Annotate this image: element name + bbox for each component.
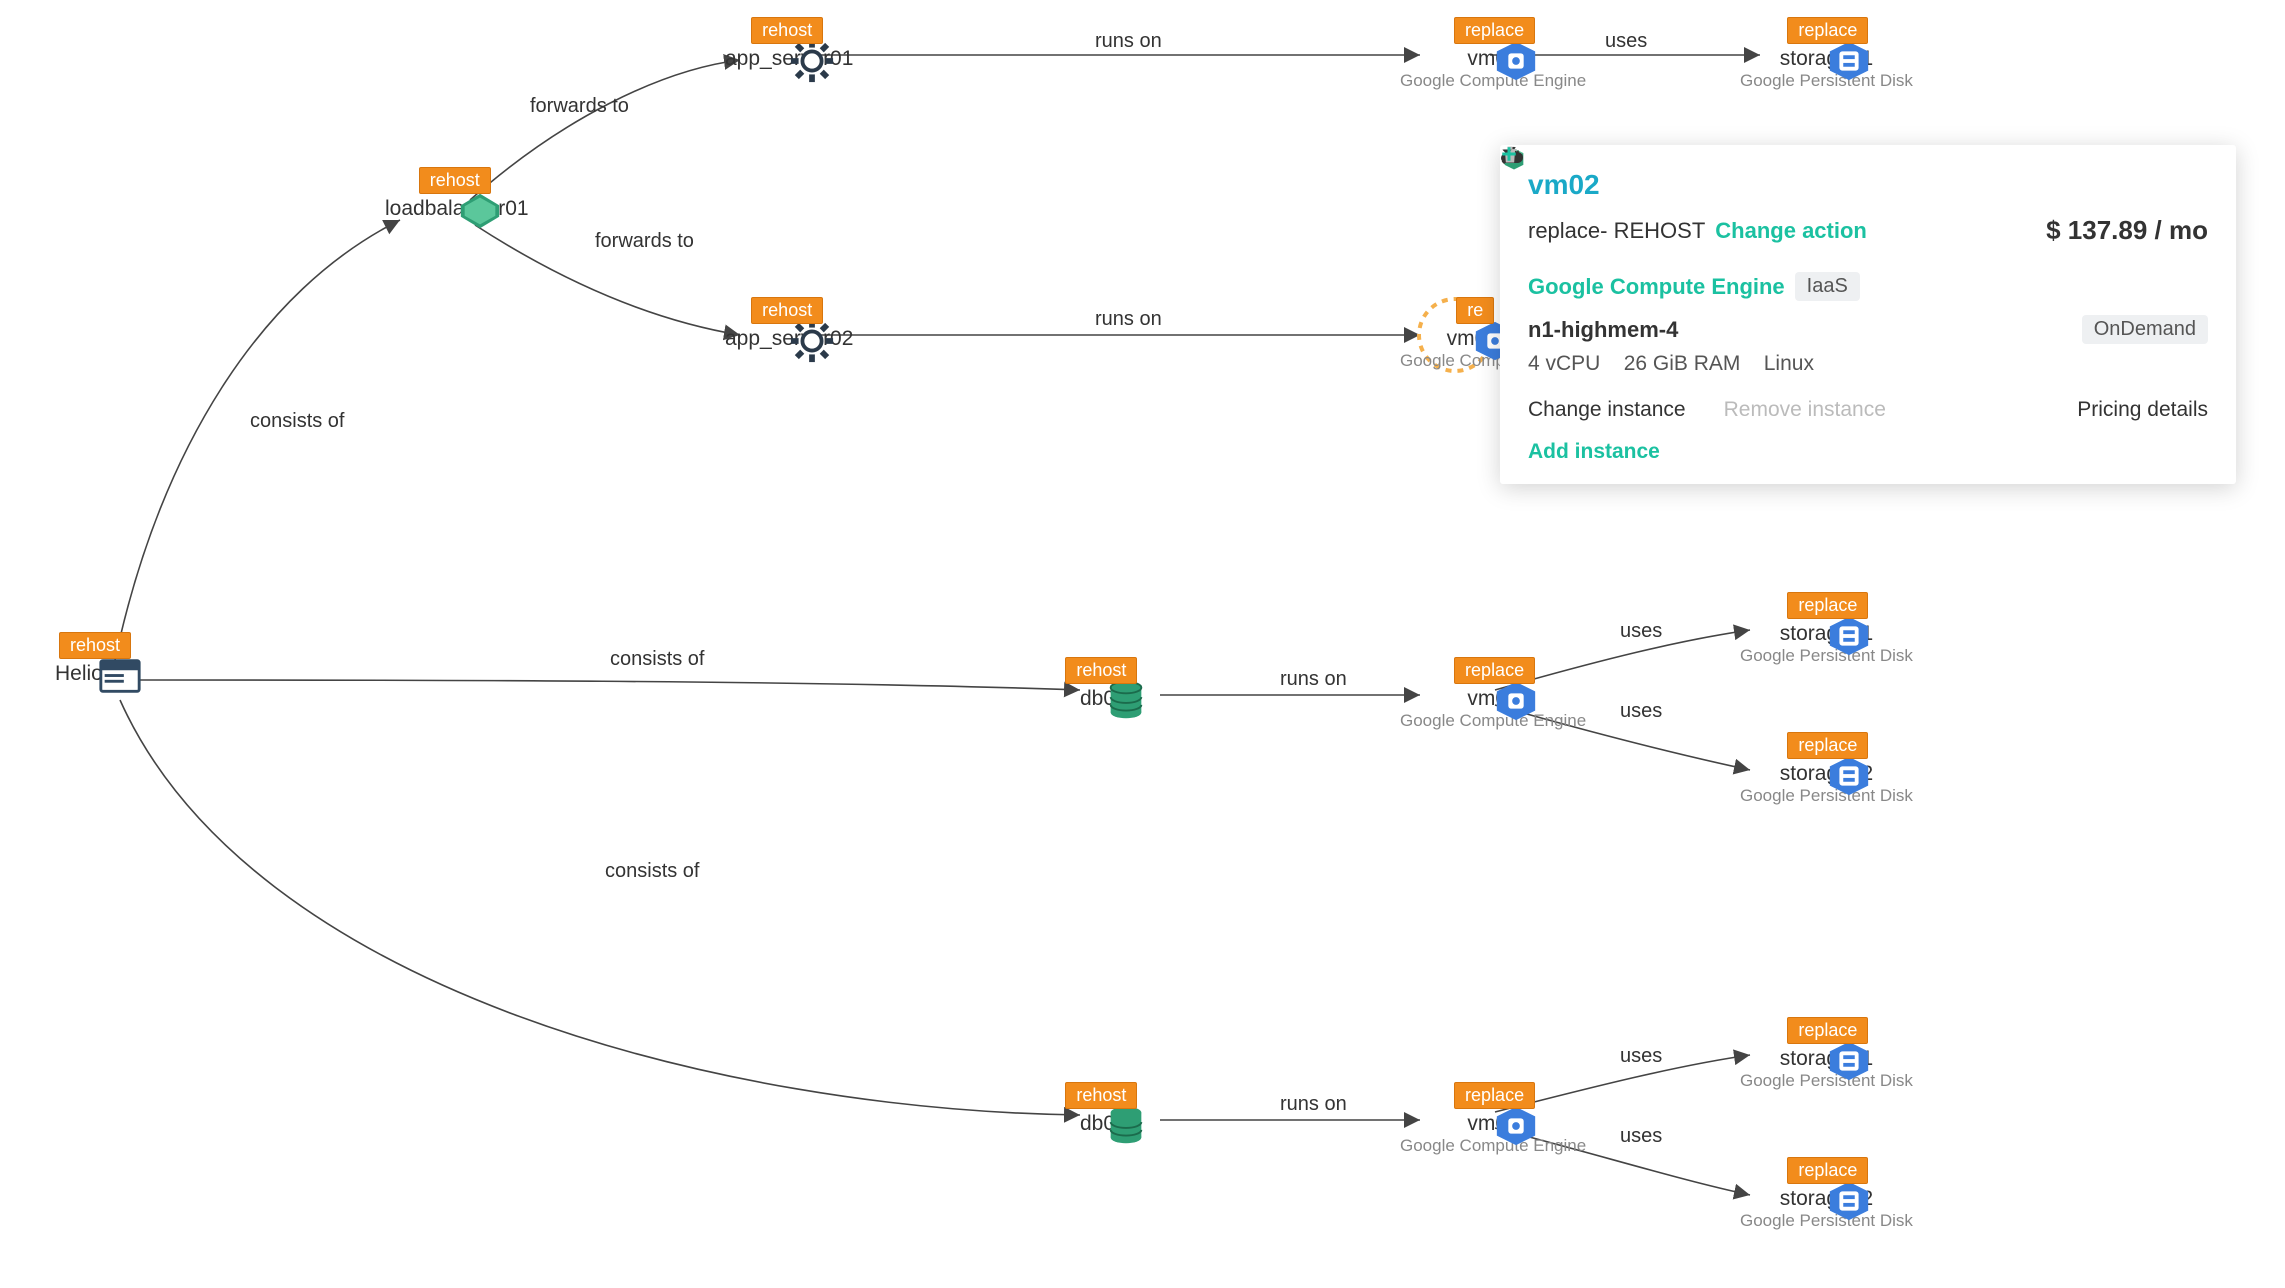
node-sublabel: Google Compute Engine	[1400, 1136, 1586, 1156]
pricing-details-button[interactable]: Pricing details	[2077, 398, 2208, 422]
panel-pricing-model: OnDemand	[2082, 315, 2208, 344]
node-storage01-a[interactable]: replace storage01 Google Persistent Disk	[1740, 25, 1913, 91]
node-storage02-c[interactable]: replace storage02 Google Persistent Disk	[1740, 1165, 1913, 1231]
edge-label: uses	[1620, 1045, 1662, 1068]
node-storage01-c[interactable]: replace storage01 Google Persistent Disk	[1740, 1025, 1913, 1091]
topology-canvas[interactable]: consists of forwards to forwards to runs…	[0, 0, 2285, 1288]
edge-label: runs on	[1280, 1093, 1347, 1116]
edge-label: runs on	[1095, 308, 1162, 331]
badge-replace: replace	[1787, 732, 1868, 759]
node-db01[interactable]: rehost db01	[1080, 665, 1127, 711]
panel-title: vm02	[1528, 169, 1600, 201]
edge-label: consists of	[605, 860, 699, 883]
badge-rehost: rehost	[59, 632, 131, 659]
node-sublabel: Google Persistent Disk	[1740, 786, 1913, 806]
node-sublabel: Google Persistent Disk	[1740, 646, 1913, 666]
node-helios-bi[interactable]: rehost Helios BI	[55, 640, 139, 686]
badge-rehost: rehost	[751, 297, 823, 324]
badge-rehost: rehost	[1065, 657, 1137, 684]
change-instance-button[interactable]: Change instance	[1528, 398, 1686, 422]
node-label: db02	[1080, 1112, 1127, 1136]
node-label: vm04	[1400, 1112, 1586, 1136]
add-instance-button[interactable]: Add instance	[1528, 440, 2208, 464]
node-label: storage01	[1740, 622, 1913, 646]
node-sublabel: Google Compute Engine	[1400, 711, 1586, 731]
badge-replace: re	[1456, 297, 1494, 324]
badge-replace: replace	[1787, 592, 1868, 619]
cube-icon	[1500, 145, 1528, 173]
edge-label: runs on	[1095, 30, 1162, 53]
panel-action-prefix: replace- REHOST	[1528, 218, 1705, 244]
panel-service-tier: IaaS	[1795, 272, 1860, 301]
node-vm01[interactable]: replace vm01 Google Compute Engine	[1400, 25, 1586, 91]
edge-label: uses	[1620, 1125, 1662, 1148]
edge-label: forwards to	[595, 230, 694, 253]
plus-icon	[1500, 145, 1518, 163]
spec-ram: 26 GiB RAM	[1624, 352, 1741, 375]
edge-label: uses	[1605, 30, 1647, 53]
badge-replace: replace	[1454, 17, 1535, 44]
wrench-icon	[1500, 145, 1520, 165]
edge-label: uses	[1620, 620, 1662, 643]
edge-label: uses	[1620, 700, 1662, 723]
node-app-server02[interactable]: rehost app_server02	[725, 305, 853, 351]
node-sublabel: Google Compute Engine	[1400, 71, 1586, 91]
remove-instance-button: Remove instance	[1724, 398, 1886, 422]
node-label: vm03	[1400, 687, 1586, 711]
node-label: loadbalancer01	[385, 197, 529, 221]
spec-os: Linux	[1764, 352, 1814, 375]
node-label: storage01	[1740, 47, 1913, 71]
edge-label: consists of	[610, 648, 704, 671]
node-label: app_server02	[725, 327, 853, 351]
node-detail-panel: vm02 replace- REHOST Change action $ 137…	[1500, 145, 2236, 484]
badge-rehost: rehost	[751, 17, 823, 44]
badge-replace: replace	[1454, 1082, 1535, 1109]
node-sublabel: Google Persistent Disk	[1740, 1071, 1913, 1091]
node-sublabel: Google Persistent Disk	[1740, 71, 1913, 91]
node-storage01-b[interactable]: replace storage01 Google Persistent Disk	[1740, 600, 1913, 666]
node-label: storage02	[1740, 1187, 1913, 1211]
node-vm03[interactable]: replace vm03 Google Compute Engine	[1400, 665, 1586, 731]
node-app-server01[interactable]: rehost app_server01	[725, 25, 853, 71]
node-loadbalancer01[interactable]: rehost loadbalancer01	[385, 175, 529, 221]
badge-replace: replace	[1787, 1157, 1868, 1184]
panel-instance: n1-highmem-4	[1528, 317, 1678, 343]
panel-price: $ 137.89 / mo	[2046, 215, 2208, 246]
edge-label: consists of	[250, 410, 344, 433]
node-label: storage02	[1740, 762, 1913, 786]
chevron-down-icon	[1500, 145, 1514, 159]
node-label: Helios BI	[55, 662, 139, 686]
node-storage02-b[interactable]: replace storage02 Google Persistent Disk	[1740, 740, 1913, 806]
node-sublabel: Google Persistent Disk	[1740, 1211, 1913, 1231]
badge-replace: replace	[1454, 657, 1535, 684]
change-action-link[interactable]: Change action	[1715, 218, 1867, 244]
spec-cpu: 4 vCPU	[1528, 352, 1600, 375]
node-label: db01	[1080, 687, 1127, 711]
node-db02[interactable]: rehost db02	[1080, 1090, 1127, 1136]
badge-replace: replace	[1787, 1017, 1868, 1044]
node-label: vm01	[1400, 47, 1586, 71]
node-vm04[interactable]: replace vm04 Google Compute Engine	[1400, 1090, 1586, 1156]
edge-label: forwards to	[530, 95, 629, 118]
edge-label: runs on	[1280, 668, 1347, 691]
badge-replace: replace	[1787, 17, 1868, 44]
trash-icon	[1500, 145, 1520, 165]
badge-rehost: rehost	[1065, 1082, 1137, 1109]
node-label: app_server01	[725, 47, 853, 71]
panel-service: Google Compute Engine	[1528, 274, 1785, 300]
cloud-icon	[1500, 145, 1524, 169]
node-label: storage01	[1740, 1047, 1913, 1071]
badge-rehost: rehost	[419, 167, 491, 194]
